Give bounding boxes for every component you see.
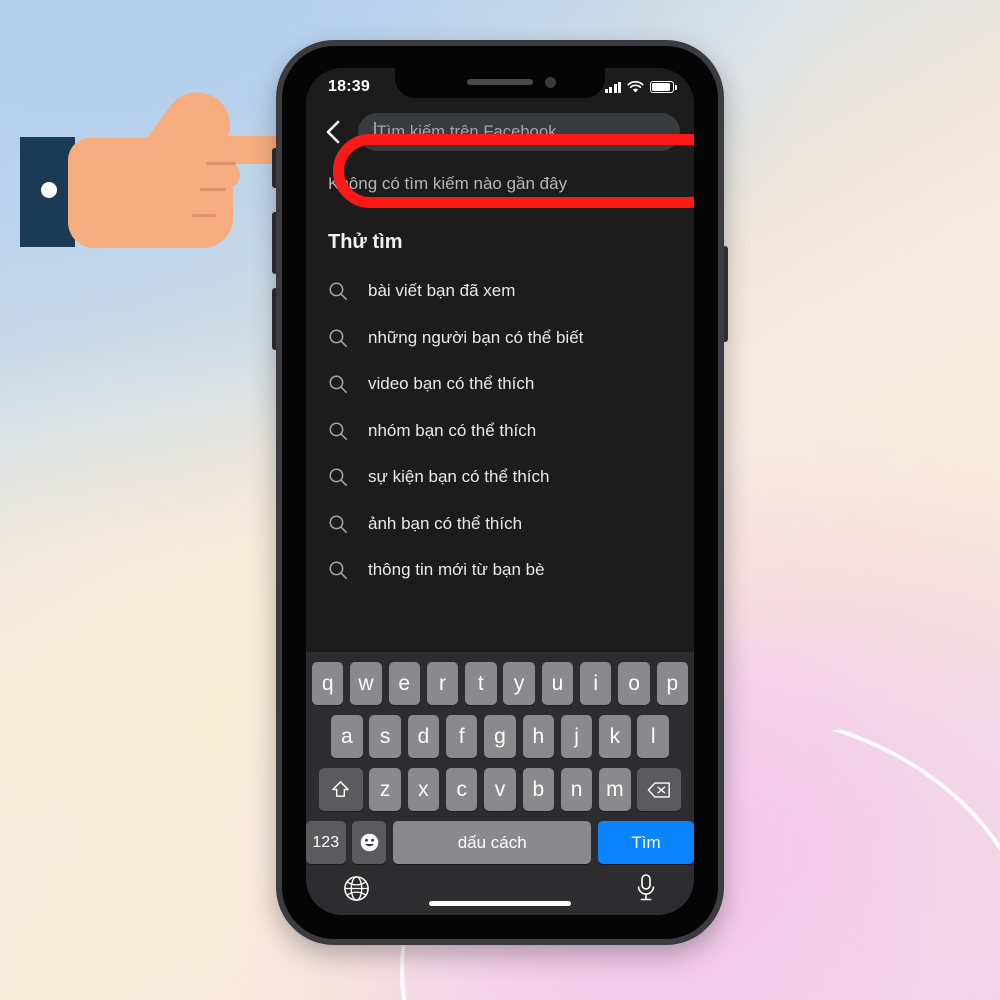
search-icon bbox=[329, 329, 347, 347]
list-item[interactable]: thông tin mới từ bạn bè bbox=[306, 547, 694, 594]
key-t[interactable]: t bbox=[465, 662, 497, 705]
globe-icon[interactable] bbox=[342, 874, 371, 903]
phone-screen: 18:39 Tìm kiếm trên Facebook Không có tì… bbox=[306, 68, 694, 915]
key-k[interactable]: k bbox=[599, 715, 631, 758]
list-item[interactable]: nhóm bạn có thể thích bbox=[306, 408, 694, 455]
search-icon bbox=[329, 282, 347, 301]
key-h[interactable]: h bbox=[522, 715, 555, 758]
search-icon bbox=[329, 375, 347, 394]
keyboard-row-3: z x c v b n m bbox=[306, 768, 694, 811]
suggestion-label: sự kiện bạn có thể thích bbox=[368, 467, 550, 487]
list-item[interactable]: sự kiện bạn có thể thích bbox=[306, 454, 694, 501]
hand-crease-3 bbox=[192, 214, 216, 217]
microphone-icon[interactable] bbox=[634, 873, 658, 903]
hand-crease-1 bbox=[206, 162, 236, 165]
hand-knuckle-1 bbox=[190, 162, 240, 188]
status-bar-time: 18:39 bbox=[328, 78, 370, 95]
suggestion-label: nhóm bạn có thể thích bbox=[368, 420, 537, 440]
phone-device: 18:39 Tìm kiếm trên Facebook Không có tì… bbox=[276, 40, 724, 945]
emoji-key[interactable] bbox=[352, 821, 387, 864]
key-m[interactable]: m bbox=[599, 768, 631, 811]
search-icon bbox=[329, 468, 347, 487]
suggestion-list: bài viết bạn đã xem những người bạn có t… bbox=[306, 268, 694, 594]
search-header-bar: Tìm kiếm trên Facebook bbox=[306, 104, 694, 160]
search-icon bbox=[329, 515, 347, 533]
suggestion-label: những người bạn có thể biết bbox=[368, 327, 584, 347]
phone-notch bbox=[395, 68, 605, 98]
earpiece-speaker bbox=[467, 79, 533, 85]
cuff-button-dot bbox=[41, 182, 57, 198]
suggestion-label: bài viết bạn đã xem bbox=[368, 281, 516, 301]
back-chevron-icon bbox=[326, 120, 340, 144]
key-n[interactable]: n bbox=[560, 768, 593, 811]
list-item[interactable]: video bạn có thể thích bbox=[306, 361, 694, 408]
key-w[interactable]: w bbox=[350, 662, 382, 705]
keyboard-bottom-bar bbox=[306, 861, 694, 915]
key-q[interactable]: q bbox=[311, 662, 344, 705]
keyboard-row-4: 123 dấu cách Tìm bbox=[306, 821, 694, 864]
key-r[interactable]: r bbox=[426, 662, 459, 705]
search-icon bbox=[329, 422, 347, 440]
key-v[interactable]: v bbox=[484, 768, 516, 811]
front-camera-icon bbox=[545, 77, 556, 88]
text-caret bbox=[374, 122, 376, 142]
space-key[interactable]: dấu cách bbox=[393, 821, 592, 864]
key-o[interactable]: o bbox=[618, 662, 650, 705]
numbers-key[interactable]: 123 bbox=[306, 821, 346, 864]
key-c[interactable]: c bbox=[445, 768, 478, 811]
suggestion-label: video bạn có thể thích bbox=[368, 374, 535, 394]
key-y[interactable]: y bbox=[503, 662, 535, 705]
key-f[interactable]: f bbox=[445, 715, 478, 758]
key-d[interactable]: d bbox=[407, 715, 440, 758]
suggestion-label: ảnh bạn có thể thích bbox=[368, 513, 523, 533]
shift-key[interactable] bbox=[318, 768, 363, 811]
emoji-smiley-icon bbox=[360, 833, 379, 852]
key-s[interactable]: s bbox=[369, 715, 401, 758]
search-icon bbox=[329, 561, 347, 580]
home-indicator[interactable] bbox=[429, 901, 571, 906]
search-submit-key[interactable]: Tìm bbox=[598, 821, 694, 864]
key-z[interactable]: z bbox=[369, 768, 401, 811]
key-l[interactable]: l bbox=[637, 715, 669, 758]
hand-crease-2 bbox=[200, 188, 226, 191]
try-search-heading: Thử tìm bbox=[328, 231, 403, 253]
key-e[interactable]: e bbox=[388, 662, 420, 705]
keyboard-row-1: q w e r t y u i o p bbox=[306, 662, 694, 705]
suggestion-label: thông tin mới từ bạn bè bbox=[368, 560, 545, 580]
key-i[interactable]: i bbox=[579, 662, 612, 705]
battery-icon bbox=[650, 81, 677, 93]
key-b[interactable]: b bbox=[522, 768, 555, 811]
key-p[interactable]: p bbox=[656, 662, 689, 705]
key-j[interactable]: j bbox=[560, 715, 593, 758]
hand-knuckle-3 bbox=[190, 214, 226, 240]
list-item[interactable]: ảnh bạn có thể thích bbox=[306, 501, 694, 548]
search-placeholder: Tìm kiếm trên Facebook bbox=[376, 122, 557, 141]
keyboard-row-2: a s d f g h j k l bbox=[306, 715, 694, 758]
hand-knuckle-2 bbox=[190, 188, 232, 214]
phone-bezel: 18:39 Tìm kiếm trên Facebook Không có tì… bbox=[282, 46, 718, 939]
backspace-icon bbox=[648, 781, 671, 798]
no-recent-searches-label: Không có tìm kiếm nào gần đây bbox=[328, 174, 568, 193]
status-bar-indicators bbox=[604, 80, 677, 94]
wifi-icon bbox=[627, 80, 644, 93]
key-g[interactable]: g bbox=[484, 715, 516, 758]
shift-arrow-icon bbox=[332, 781, 349, 797]
on-screen-keyboard: q w e r t y u i o p a s d f g h j k l z … bbox=[306, 652, 694, 915]
key-x[interactable]: x bbox=[407, 768, 440, 811]
key-a[interactable]: a bbox=[331, 715, 363, 758]
list-item[interactable]: bài viết bạn đã xem bbox=[306, 268, 694, 315]
back-button[interactable] bbox=[314, 113, 352, 151]
cellular-signal-icon bbox=[604, 81, 621, 93]
list-item[interactable]: những người bạn có thể biết bbox=[306, 315, 694, 362]
key-u[interactable]: u bbox=[541, 662, 574, 705]
search-input[interactable]: Tìm kiếm trên Facebook bbox=[358, 113, 680, 151]
backspace-key[interactable] bbox=[637, 768, 682, 811]
